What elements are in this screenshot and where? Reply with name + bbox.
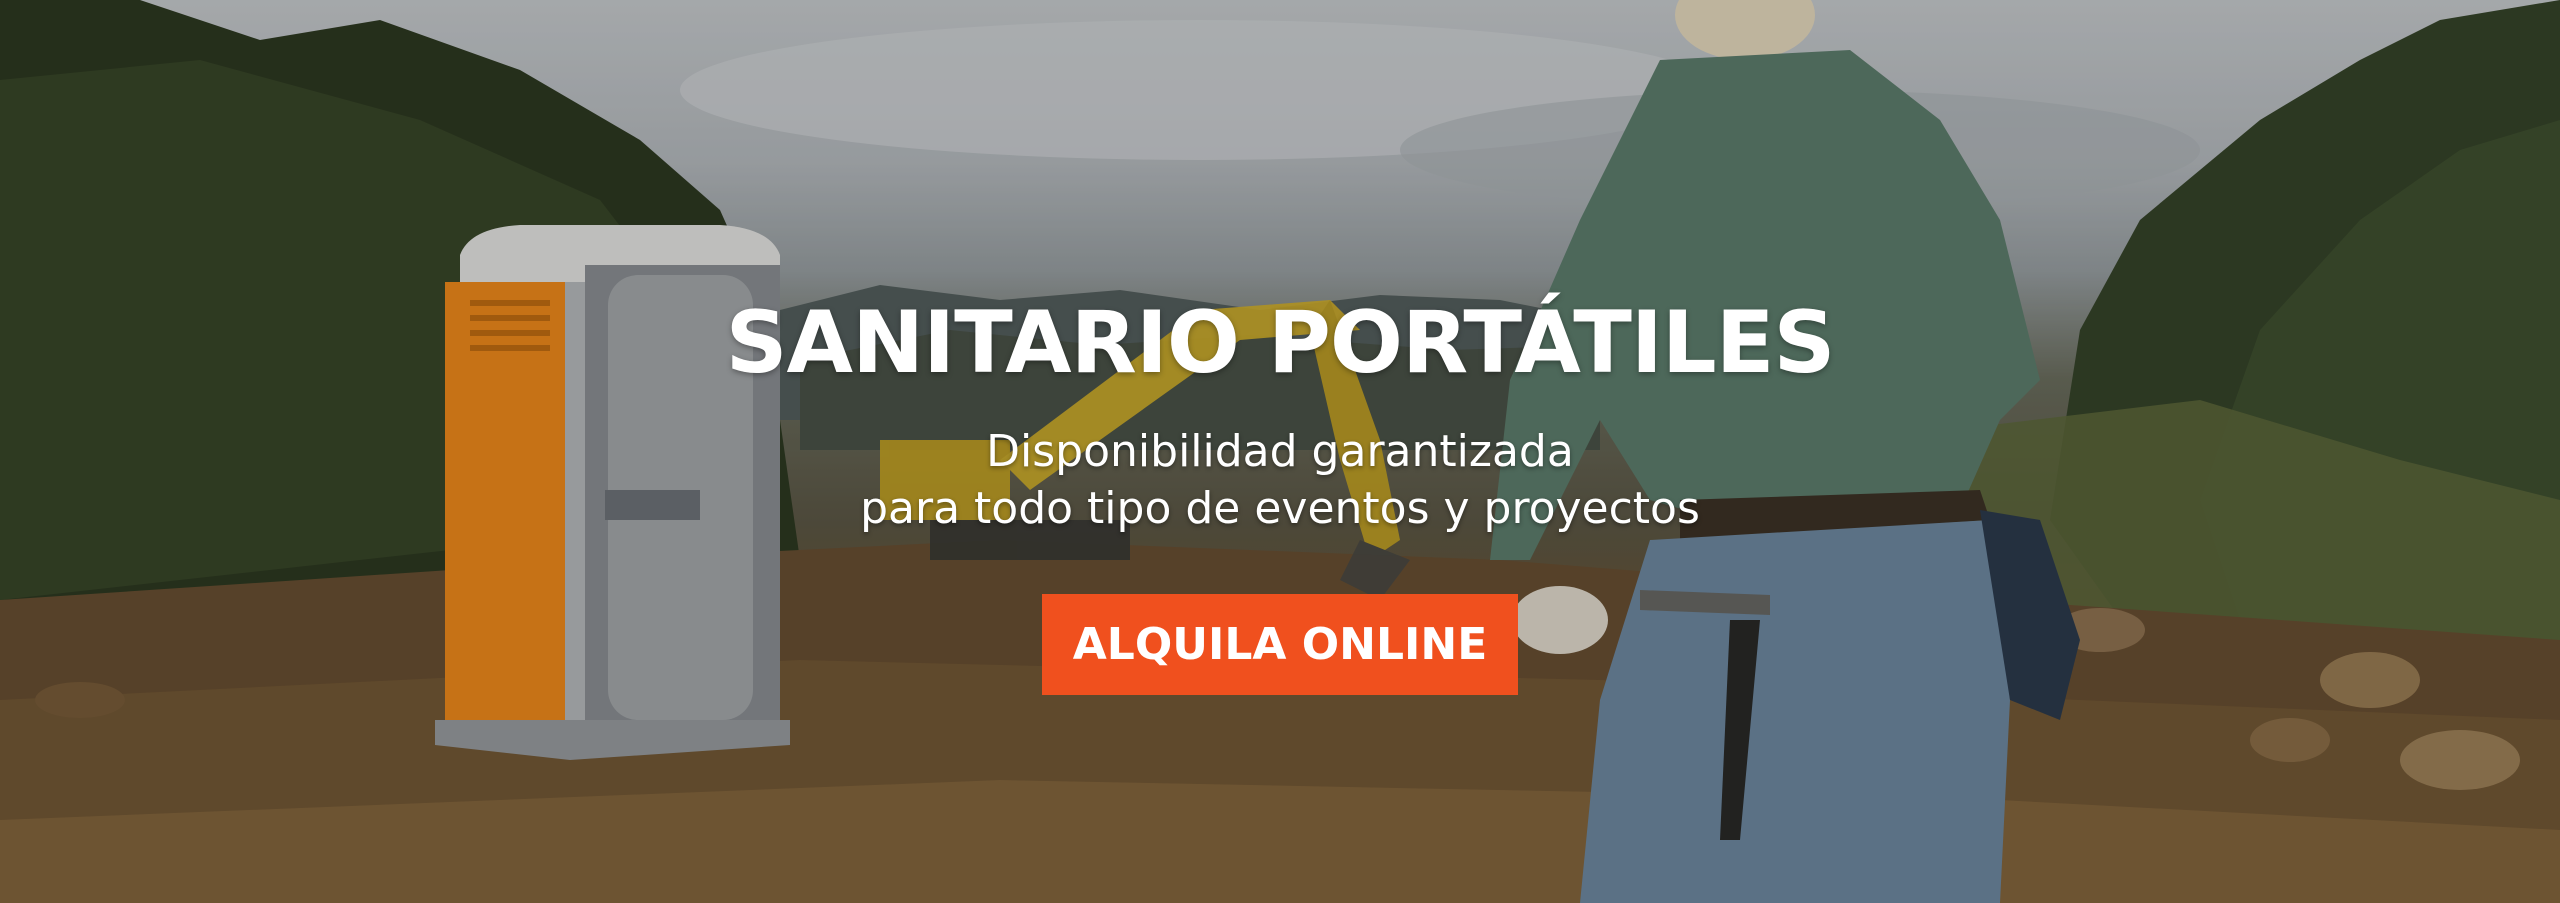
hero-title: SANITARIO PORTÁTILES (725, 293, 1836, 393)
hero-subtitle-line-1: Disponibilidad garantizada (986, 426, 1574, 477)
rent-online-button[interactable]: ALQUILA ONLINE (1042, 594, 1518, 695)
hero-banner: SANITARIO PORTÁTILES Disponibilidad gara… (0, 0, 2560, 903)
hero-subtitle-line-2: para todo tipo de eventos y proyectos (860, 483, 1700, 534)
